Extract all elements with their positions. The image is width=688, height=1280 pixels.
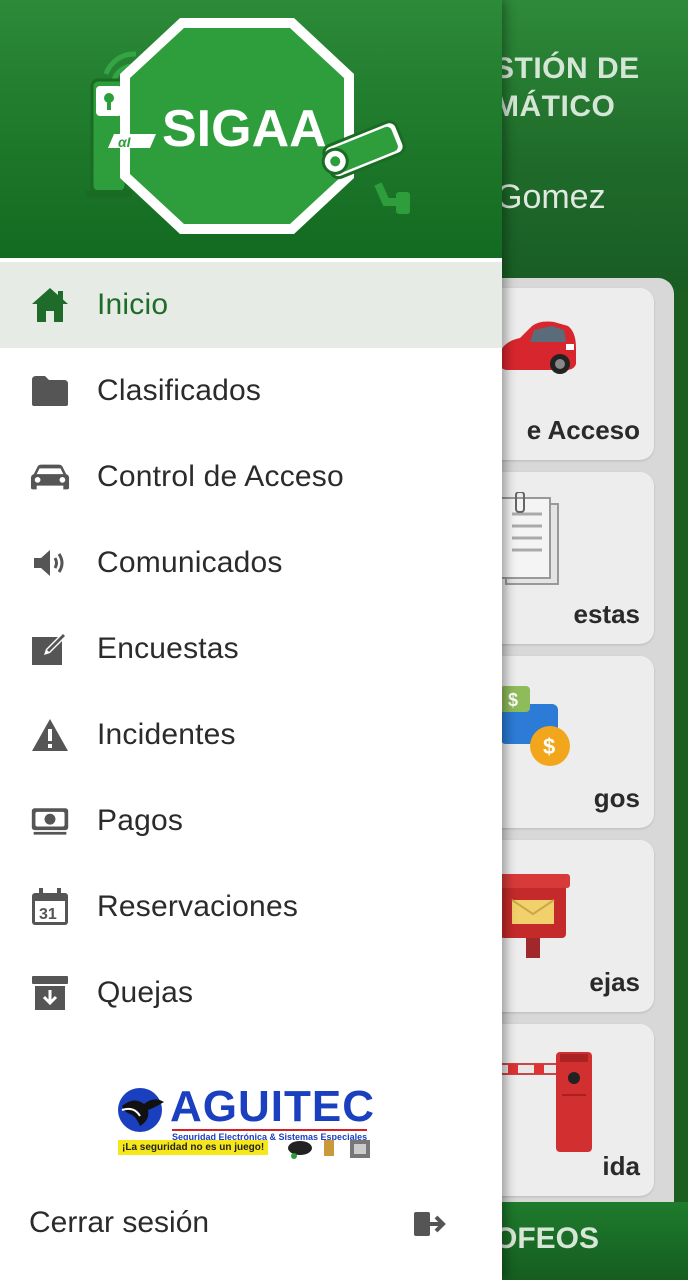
payments-icon: $ $ — [500, 686, 570, 766]
security-devices-icon — [288, 1140, 370, 1159]
speaker-icon — [30, 543, 70, 583]
menu-item-label: Pagos — [97, 804, 184, 837]
menu-item-clasificados[interactable]: Clasificados — [0, 348, 502, 434]
calendar-day: 31 — [39, 906, 57, 923]
svg-text:αI: αI — [118, 134, 132, 150]
calendar-icon: 31 — [30, 887, 70, 927]
card-label: estas — [573, 599, 641, 629]
navigation-drawer: αI SIGAA Inicio Clasificados Control de … — [0, 0, 502, 1280]
logo-text: SIGAA — [162, 100, 327, 158]
bottom-bar-label: OFEOS — [494, 1222, 600, 1255]
menu-item-control-acceso[interactable]: Control de Acceso — [0, 434, 502, 520]
card-label: gos — [593, 783, 640, 813]
folder-icon — [30, 371, 70, 411]
card-label: e Acceso — [526, 415, 640, 445]
menu-item-partial-icon — [30, 1059, 70, 1068]
globe-eagle-icon — [118, 1088, 164, 1132]
card-label: ejas — [589, 967, 640, 997]
warning-icon — [30, 715, 70, 755]
menu-item-label: Inicio — [97, 288, 169, 321]
sponsor-logo: AGUITEC Seguridad Electrónica & Sistemas… — [114, 1082, 384, 1162]
money-icon — [30, 801, 70, 841]
menu-item-comunicados[interactable]: Comunicados — [0, 520, 502, 606]
menu-item-label: Incidentes — [97, 718, 236, 751]
home-icon — [30, 285, 70, 325]
svg-text:$: $ — [543, 734, 555, 759]
menu-item-label: Comunicados — [97, 546, 283, 579]
logout-label: Cerrar sesión — [29, 1206, 210, 1239]
logout-icon — [414, 1212, 446, 1236]
drawer-menu: Inicio Clasificados Control de Acceso Co… — [0, 262, 502, 1068]
archive-icon — [30, 973, 70, 1013]
user-name: Gomez — [496, 178, 606, 216]
menu-item-label: Control de Acceso — [97, 460, 344, 493]
survey-icon — [497, 492, 559, 585]
menu-item-encuestas[interactable]: Encuestas — [0, 606, 502, 692]
menu-item-reservaciones[interactable]: 31 Reservaciones — [0, 864, 502, 950]
edit-icon — [30, 629, 70, 669]
car-icon — [498, 321, 576, 374]
sponsor-name: AGUITEC — [170, 1082, 375, 1131]
menu-item-label: Encuestas — [97, 632, 239, 665]
svg-text:$: $ — [508, 690, 518, 710]
menu-item-label: Clasificados — [97, 374, 262, 407]
sigaa-logo: αI SIGAA — [86, 18, 410, 234]
menu-item-pagos[interactable]: Pagos — [0, 778, 502, 864]
menu-item-quejas[interactable]: Quejas — [0, 950, 502, 1036]
mailbox-icon — [496, 874, 570, 958]
car-icon — [30, 457, 70, 497]
barrier-icon — [490, 1052, 592, 1152]
menu-item-partial[interactable] — [0, 1036, 502, 1068]
logout-button[interactable]: Cerrar sesión — [0, 1182, 502, 1268]
menu-item-label: Quejas — [97, 976, 194, 1009]
card-label: ida — [602, 1151, 640, 1181]
menu-item-inicio[interactable]: Inicio — [0, 262, 502, 348]
menu-item-incidentes[interactable]: Incidentes — [0, 692, 502, 778]
sponsor-slogan: ¡La seguridad no es un juego! — [118, 1140, 269, 1155]
menu-item-label: Reservaciones — [97, 890, 299, 923]
drawer-header: αI SIGAA — [0, 0, 502, 258]
